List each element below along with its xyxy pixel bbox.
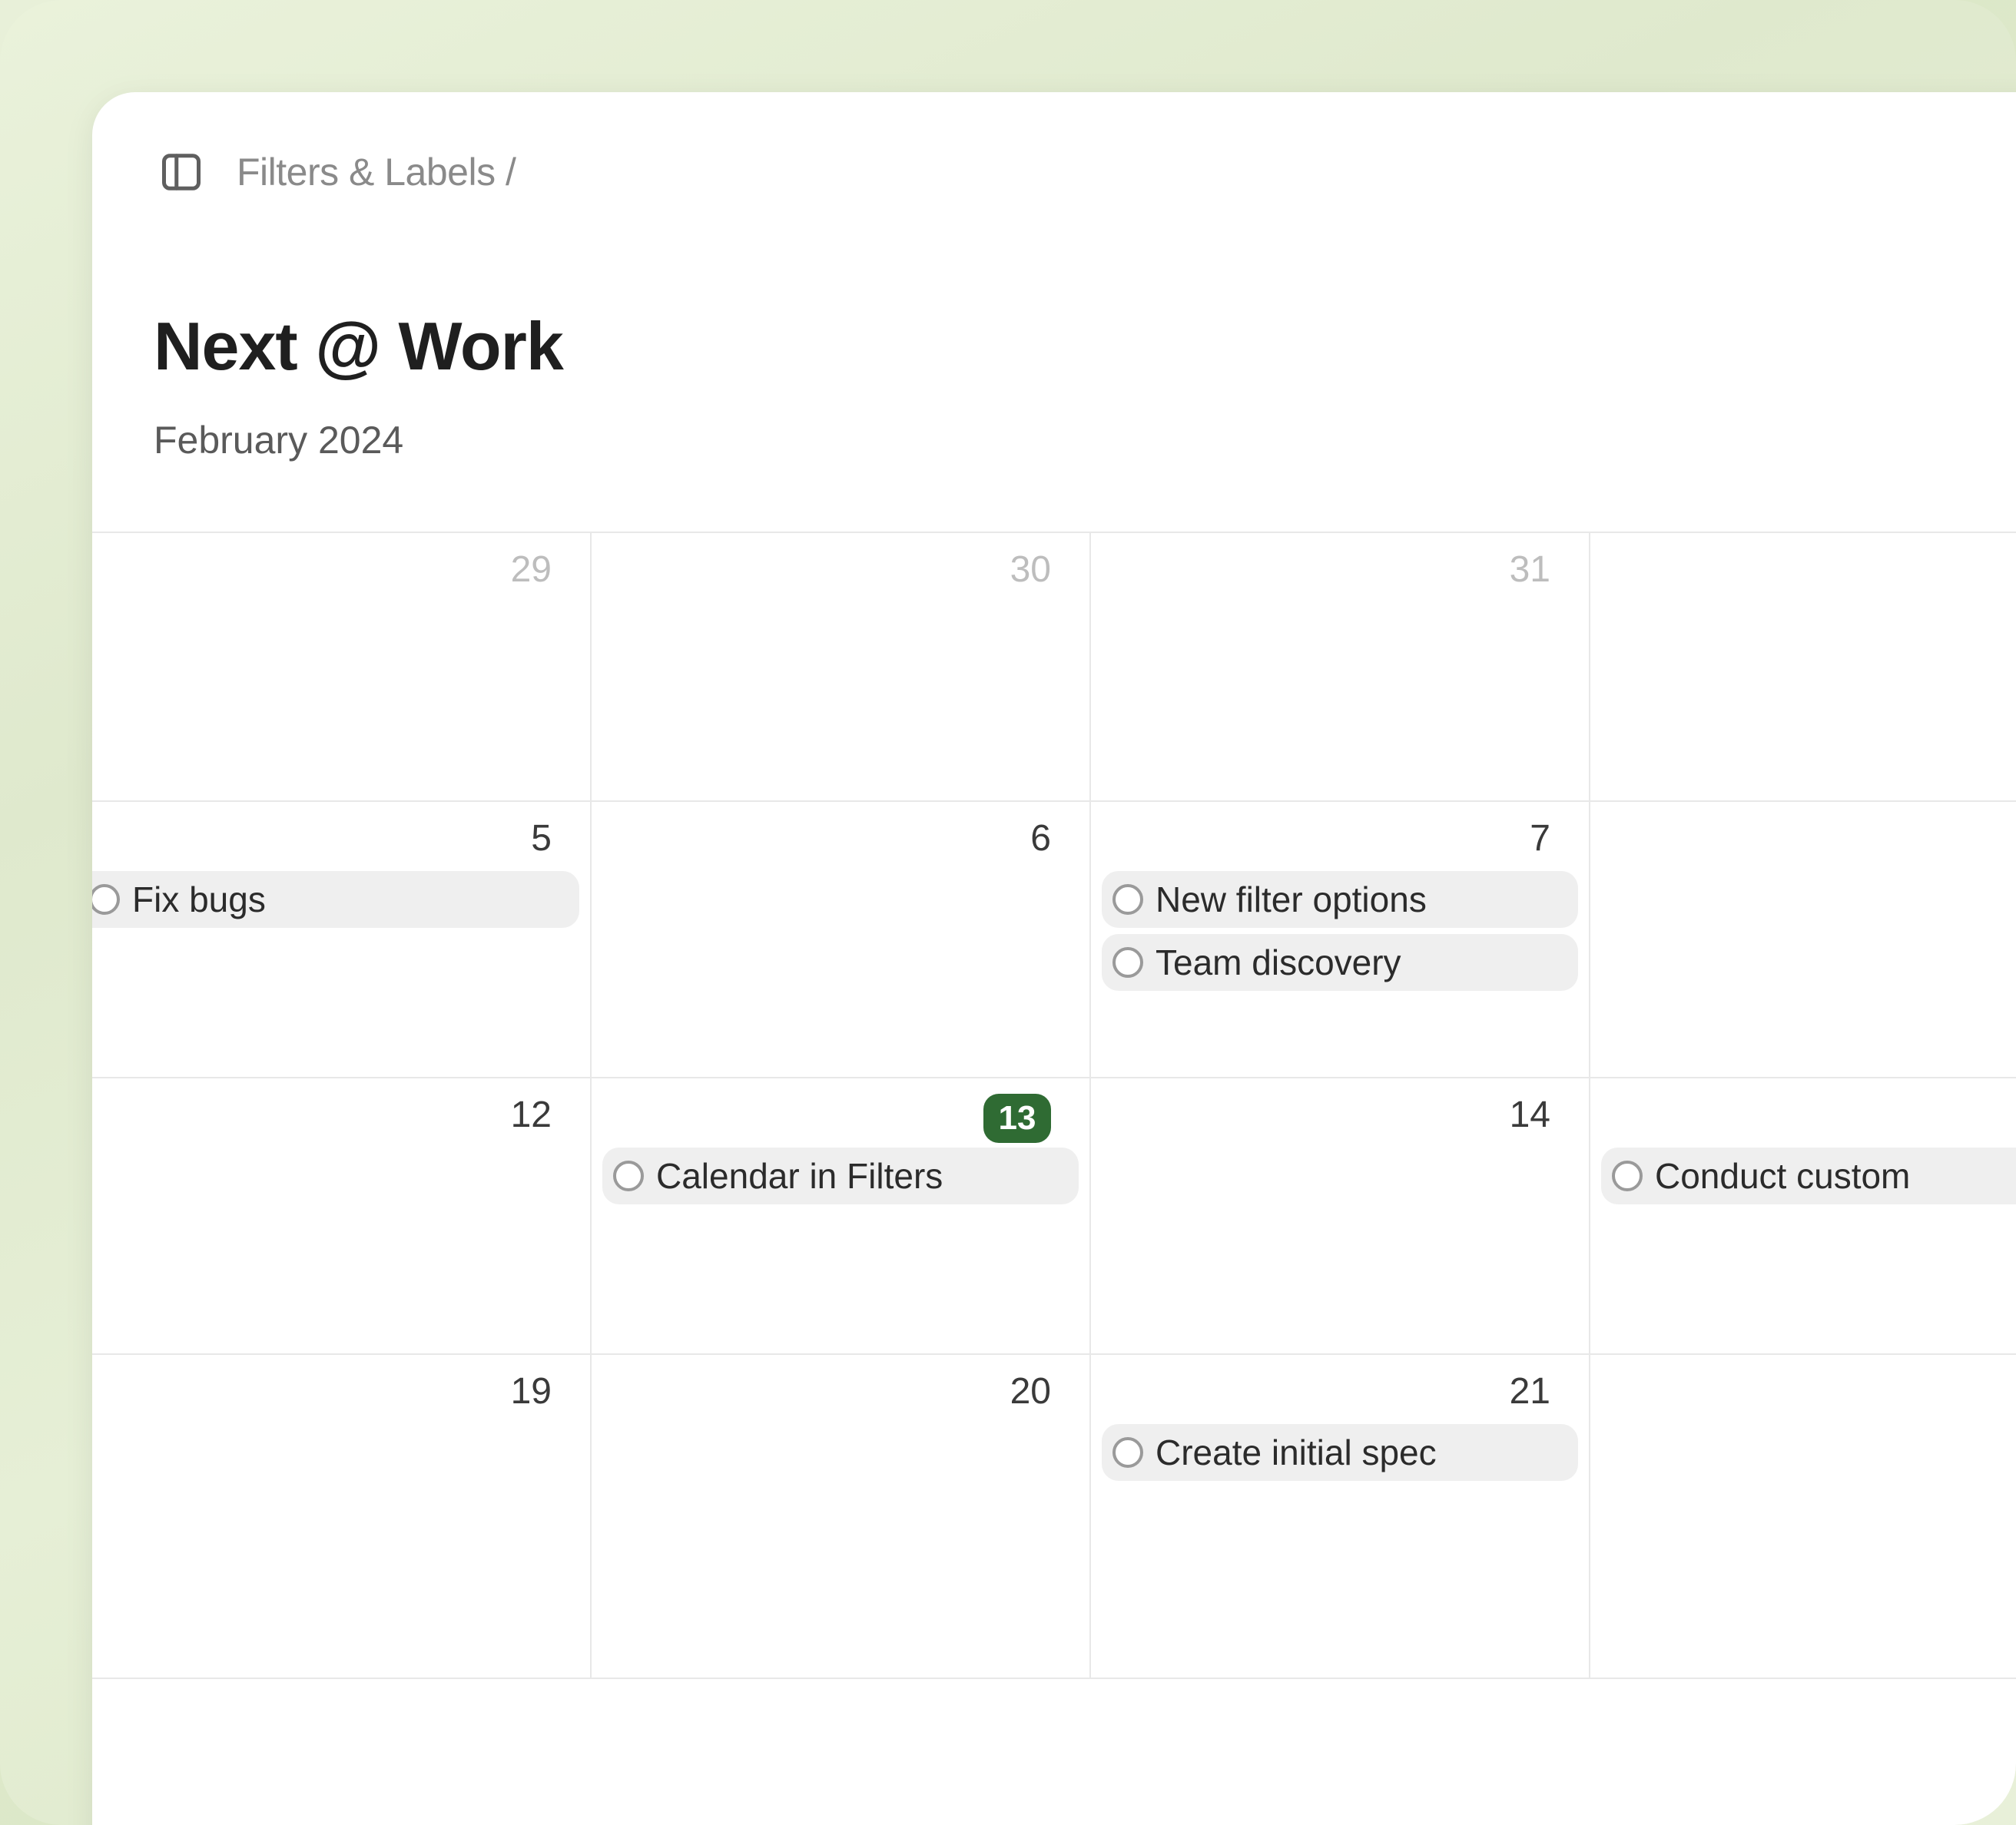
calendar-day-cell[interactable]: 30 — [592, 533, 1091, 800]
calendar-day-cell[interactable] — [1590, 802, 2016, 1077]
calendar-week: 5 Fix bugs 67 New filter options Team discov… — [92, 802, 2016, 1078]
day-number: 6 — [602, 813, 1079, 865]
task-label: Create initial spec — [1156, 1432, 1437, 1473]
task-checkbox-icon[interactable] — [1112, 884, 1143, 915]
day-number: 14 — [1102, 1089, 1578, 1141]
calendar-day-cell[interactable] — [1590, 1355, 2016, 1678]
topbar: Filters & Labels / — [92, 92, 2016, 200]
day-number — [1601, 813, 2016, 865]
task-chip[interactable]: Team discovery — [1102, 934, 1578, 991]
calendar-day-cell[interactable]: 31 — [1091, 533, 1590, 800]
calendar-grid: 29 30 31 5 Fix bugs 67 New filter options Team … — [92, 532, 2016, 1679]
heading-block: Next @ Work February 2024 — [92, 200, 2016, 462]
calendar-day-cell[interactable]: Conduct custom — [1590, 1078, 2016, 1353]
task-chip[interactable]: Fix bugs — [92, 871, 579, 928]
task-chip[interactable]: New filter options — [1102, 871, 1578, 928]
task-label: Fix bugs — [132, 879, 266, 920]
task-chip[interactable]: Create initial spec — [1102, 1424, 1578, 1481]
panel-left-icon — [158, 149, 204, 195]
task-label: Conduct custom — [1655, 1155, 1910, 1197]
day-number: 13 — [602, 1089, 1079, 1141]
task-checkbox-icon[interactable] — [1612, 1161, 1643, 1191]
app-panel: Filters & Labels / Next @ Work February … — [92, 92, 2016, 1825]
calendar-day-cell[interactable] — [1590, 533, 2016, 800]
day-number: 12 — [103, 1089, 579, 1141]
calendar-day-cell[interactable]: 13 Calendar in Filters — [592, 1078, 1091, 1353]
calendar-week: 29 30 31 — [92, 533, 2016, 802]
task-list: New filter options Team discovery — [1102, 871, 1578, 991]
task-chip[interactable]: Conduct custom — [1601, 1148, 2016, 1204]
task-chip[interactable]: Calendar in Filters — [602, 1148, 1079, 1204]
day-number: 30 — [602, 544, 1079, 596]
calendar-day-cell[interactable]: 29 — [92, 533, 592, 800]
calendar-week: 12 13 Calendar in Filters 14 Conduct custom — [92, 1078, 2016, 1355]
day-number: 5 — [103, 813, 579, 865]
task-list: Calendar in Filters — [602, 1148, 1079, 1204]
calendar-day-cell[interactable]: 21 Create initial spec — [1091, 1355, 1590, 1678]
breadcrumb[interactable]: Filters & Labels / — [237, 150, 516, 194]
calendar-day-cell[interactable]: 6 — [592, 802, 1091, 1077]
task-list: Fix bugs — [103, 871, 579, 928]
calendar-day-cell[interactable]: 19 — [92, 1355, 592, 1678]
task-label: Calendar in Filters — [656, 1155, 943, 1197]
task-list: Conduct custom — [1601, 1148, 2016, 1204]
day-number: 7 — [1102, 813, 1578, 865]
day-number: 31 — [1102, 544, 1578, 596]
sidebar-toggle-button[interactable] — [154, 144, 209, 200]
day-number — [1601, 1089, 2016, 1141]
today-badge: 13 — [983, 1094, 1051, 1143]
page-title: Next @ Work — [154, 307, 2016, 386]
task-checkbox-icon[interactable] — [1112, 1437, 1143, 1468]
calendar-week: 19 20 21 Create initial spec — [92, 1355, 2016, 1679]
calendar-day-cell[interactable]: 7 New filter options Team discovery — [1091, 802, 1590, 1077]
calendar-day-cell[interactable]: 5 Fix bugs — [92, 802, 592, 1077]
day-number — [1601, 544, 2016, 596]
month-label: February 2024 — [154, 418, 2016, 462]
day-number — [1601, 1366, 2016, 1418]
day-number: 29 — [103, 544, 579, 596]
day-number: 20 — [602, 1366, 1079, 1418]
calendar-day-cell[interactable]: 14 — [1091, 1078, 1590, 1353]
calendar-day-cell[interactable]: 12 — [92, 1078, 592, 1353]
task-list: Create initial spec — [1102, 1424, 1578, 1481]
day-number: 21 — [1102, 1366, 1578, 1418]
task-label: New filter options — [1156, 879, 1427, 920]
task-checkbox-icon[interactable] — [613, 1161, 644, 1191]
day-number: 19 — [103, 1366, 579, 1418]
task-label: Team discovery — [1156, 942, 1401, 983]
calendar-day-cell[interactable]: 20 — [592, 1355, 1091, 1678]
task-checkbox-icon[interactable] — [1112, 947, 1143, 978]
background-frame: Filters & Labels / Next @ Work February … — [0, 0, 2016, 1825]
task-checkbox-icon[interactable] — [92, 884, 120, 915]
